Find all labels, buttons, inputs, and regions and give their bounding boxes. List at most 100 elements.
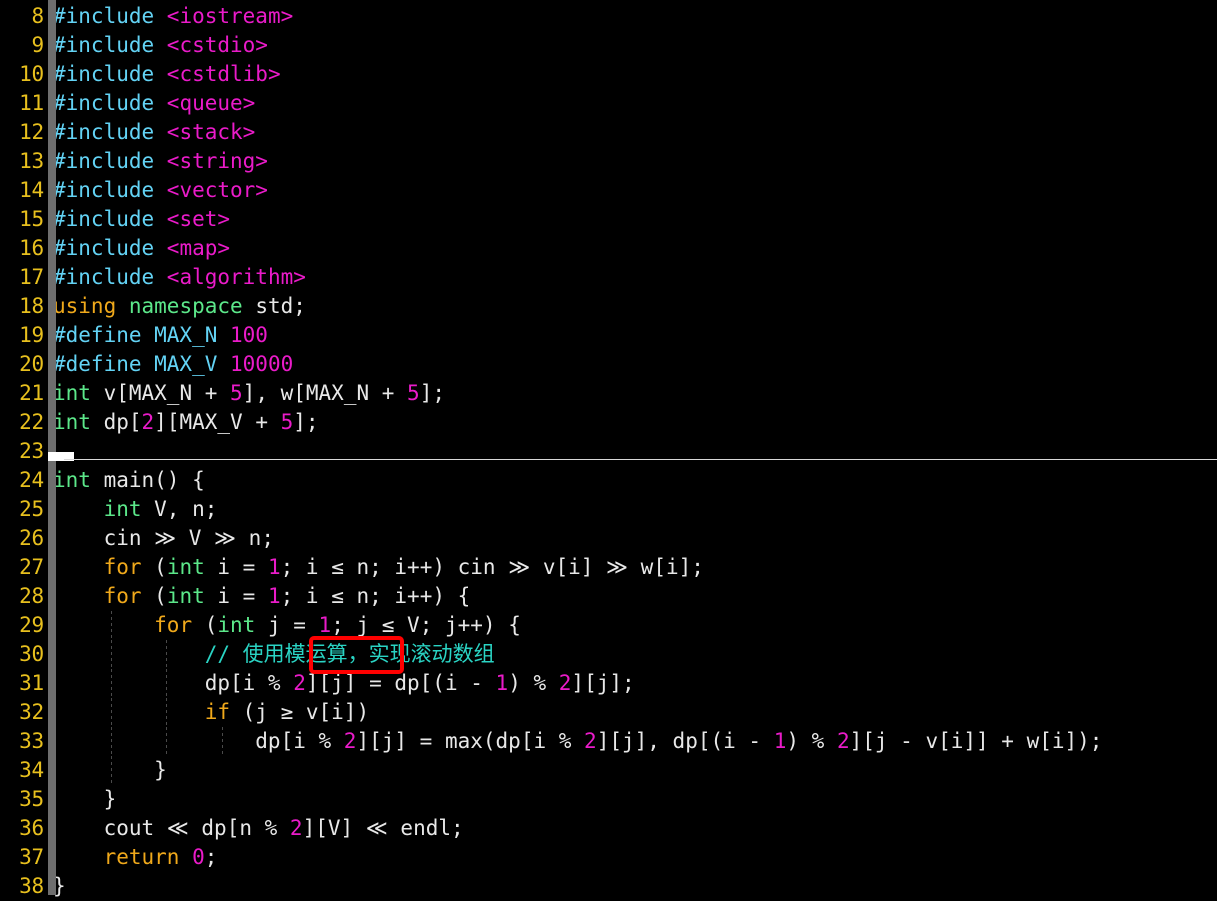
- code-token: 2: [289, 816, 303, 840]
- line-number[interactable]: 32: [0, 698, 44, 727]
- line-number[interactable]: 16: [0, 234, 44, 263]
- line-number[interactable]: 26: [0, 524, 44, 553]
- change-gutter-bar: [48, 0, 56, 895]
- code-line[interactable]: #include <string>: [53, 147, 268, 176]
- code-token: V, n;: [141, 497, 218, 521]
- code-token: j =: [255, 613, 319, 637]
- code-line[interactable]: dp[i % 2][j] = max(dp[i % 2][j], dp[(i -…: [53, 727, 1102, 756]
- code-line[interactable]: #define MAX_N 100: [53, 321, 268, 350]
- code-line[interactable]: int v[MAX_N + 5], w[MAX_N + 5];: [53, 379, 445, 408]
- line-number[interactable]: 30: [0, 640, 44, 669]
- code-token: <iostream>: [166, 4, 294, 28]
- code-line[interactable]: // 使用模运算，实现滚动数组: [53, 640, 495, 669]
- code-line[interactable]: #include <cstdlib>: [53, 60, 281, 89]
- code-line[interactable]: cout ≪ dp[n % 2][V] ≪ endl;: [53, 814, 464, 843]
- code-line[interactable]: #include <queue>: [53, 89, 255, 118]
- code-line[interactable]: int main() {: [53, 466, 205, 495]
- code-line[interactable]: dp[i % 2][j] = dp[(i - 1) % 2][j];: [53, 669, 635, 698]
- code-token: 10000: [230, 352, 294, 376]
- code-token: for: [103, 555, 142, 579]
- code-line[interactable]: if (j ≥ v[i]): [53, 698, 369, 727]
- line-number[interactable]: 21: [0, 379, 44, 408]
- line-number[interactable]: 8: [0, 2, 45, 31]
- code-token: #include: [53, 120, 167, 144]
- code-token: ) %: [786, 729, 837, 753]
- code-token: <vector>: [166, 178, 268, 202]
- line-number[interactable]: 10: [0, 60, 44, 89]
- code-token: #define MAX_V: [53, 352, 231, 376]
- line-number[interactable]: 12: [0, 118, 44, 147]
- code-line[interactable]: }: [53, 756, 167, 785]
- code-content[interactable]: #include <iostream> #include <cstdio> #inc…: [53, 0, 1217, 898]
- line-number[interactable]: 9: [0, 31, 45, 60]
- code-token: }: [53, 787, 117, 811]
- code-line[interactable]: #include <cstdio>: [53, 31, 268, 60]
- line-number[interactable]: 33: [0, 727, 44, 756]
- line-number[interactable]: 25: [0, 495, 44, 524]
- code-token: std;: [242, 294, 306, 318]
- line-number[interactable]: 19: [0, 321, 44, 350]
- line-number[interactable]: 27: [0, 553, 44, 582]
- line-number[interactable]: 37: [0, 843, 44, 872]
- code-token: (j ≥ v[i]): [230, 700, 370, 724]
- line-number[interactable]: 15: [0, 205, 44, 234]
- line-number[interactable]: 29: [0, 611, 44, 640]
- line-number[interactable]: 34: [0, 756, 44, 785]
- code-line[interactable]: for (int j = 1; j ≤ V; j++) {: [53, 611, 521, 640]
- line-number[interactable]: 35: [0, 785, 44, 814]
- code-token: 2: [343, 729, 357, 753]
- sticky-scroll-separator: [64, 459, 1217, 460]
- indent-guide: [166, 698, 167, 727]
- code-line[interactable]: }: [53, 785, 117, 814]
- code-line[interactable]: #include <map>: [53, 234, 230, 263]
- code-token: #include: [53, 236, 167, 260]
- line-number[interactable]: 23: [0, 437, 44, 466]
- line-number[interactable]: 11: [0, 89, 44, 118]
- code-line[interactable]: #include <algorithm>: [53, 263, 306, 292]
- line-number[interactable]: 22: [0, 408, 44, 437]
- code-line[interactable]: for (int i = 1; i ≤ n; i++) {: [53, 582, 471, 611]
- code-token: 100: [230, 323, 268, 347]
- code-line[interactable]: #include <stack>: [53, 118, 255, 147]
- line-number[interactable]: 13: [0, 147, 44, 176]
- code-line[interactable]: cin ≫ V ≫ n;: [53, 524, 274, 553]
- line-number[interactable]: 18: [0, 292, 44, 321]
- code-token: dp[: [90, 410, 142, 434]
- code-line[interactable]: int dp[2][MAX_V + 5];: [53, 408, 319, 437]
- code-token: int: [166, 555, 205, 579]
- code-token: 1: [267, 555, 281, 579]
- code-line[interactable]: #include <set>: [53, 205, 230, 234]
- code-token: 2: [584, 729, 597, 753]
- code-token: 1: [267, 584, 281, 608]
- code-line[interactable]: #include <vector>: [53, 176, 268, 205]
- code-line[interactable]: #define MAX_V 10000: [53, 350, 293, 379]
- code-line[interactable]: int V, n;: [53, 495, 218, 524]
- line-number[interactable]: 31: [0, 669, 44, 698]
- code-token: <algorithm>: [166, 265, 306, 289]
- code-token: #include: [53, 207, 167, 231]
- line-number[interactable]: 24: [0, 466, 44, 495]
- line-number[interactable]: 14: [0, 176, 44, 205]
- code-line[interactable]: for (int i = 1; i ≤ n; i++) cin ≫ v[i] ≫…: [53, 553, 704, 582]
- line-number[interactable]: 20: [0, 350, 44, 379]
- code-line[interactable]: return 0;: [53, 843, 218, 872]
- line-number-gutter[interactable]: 8 9 10 11 12 13 14 15 16 17 18 19 20 21 22 23 24 25 26 27 28…: [0, 0, 48, 898]
- code-token: cin ≫ V ≫ n;: [53, 526, 274, 550]
- code-token: ][j];: [571, 671, 635, 695]
- code-line[interactable]: #include <iostream>: [53, 2, 293, 31]
- code-token: for: [103, 584, 142, 608]
- line-number[interactable]: 38: [0, 872, 44, 901]
- line-number[interactable]: 17: [0, 263, 44, 292]
- code-token: 5: [230, 381, 243, 405]
- indent-guide: [111, 669, 112, 698]
- code-token: (: [192, 613, 218, 637]
- code-line[interactable]: using namespace std;: [53, 292, 306, 321]
- line-number[interactable]: 28: [0, 582, 44, 611]
- indent-guide: [166, 727, 167, 756]
- code-token: int: [103, 497, 142, 521]
- code-editor[interactable]: #include <iostream> #include <cstdio> #inc…: [0, 0, 1217, 898]
- code-token: ; j ≤ V; j++) {: [331, 613, 521, 637]
- line-number[interactable]: 36: [0, 814, 44, 843]
